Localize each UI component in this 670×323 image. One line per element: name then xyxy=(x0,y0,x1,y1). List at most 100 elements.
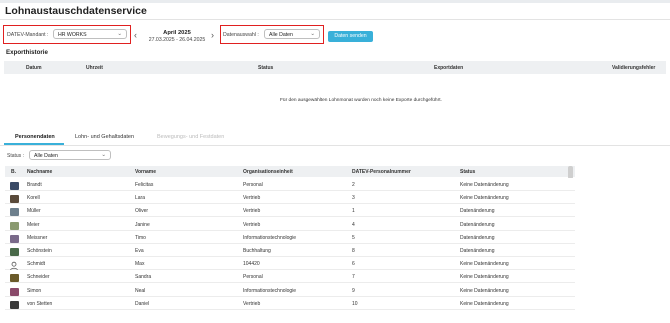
mandant-label: DATEV-Mandant : xyxy=(7,32,49,38)
avatar xyxy=(10,234,19,243)
table-row[interactable]: Brandt Felicitas Personal 2 Keine Datenänder… xyxy=(5,178,575,191)
cell-status: Datenänderung xyxy=(460,208,495,215)
cell-status: Datenänderung xyxy=(460,234,495,241)
cell-org: Personal xyxy=(243,182,263,188)
avatar xyxy=(10,208,19,217)
col-organisationseinheit: Organisationseinheit xyxy=(243,169,293,175)
cell-vorname: Neal xyxy=(135,287,146,294)
table-row[interactable]: Meissner Timo Informationstechnologie 5 Date… xyxy=(5,230,575,244)
cell-status: Keine Datenänderung xyxy=(460,195,509,202)
cell-org: Vertrieb xyxy=(243,195,261,202)
page-title: Lohnaustauschdatenservice xyxy=(5,5,147,17)
cell-nachname: Simon xyxy=(27,287,42,294)
next-period-chevron-icon[interactable]: › xyxy=(211,30,214,40)
cell-vorname: Janine xyxy=(135,221,150,228)
cell-nr: 4 xyxy=(352,221,355,228)
cell-status: Keine Datenänderung xyxy=(460,287,509,294)
table-row[interactable]: Meier Janine Vertrieb 4 Datenänderung xyxy=(5,217,575,231)
cell-vorname: Daniel xyxy=(135,300,150,307)
cell-nr: 1 xyxy=(352,208,355,215)
cell-vorname: Felicitas xyxy=(135,182,154,188)
cell-nachname: Schmidt xyxy=(27,261,46,268)
col-nachname: Nachname xyxy=(27,169,53,175)
datenauswahl-value: Alle Daten xyxy=(269,31,293,38)
cell-nachname: Schneider xyxy=(27,274,50,281)
avatar xyxy=(10,221,19,230)
status-filter-value: Alle Daten xyxy=(34,152,58,159)
cell-nr: 5 xyxy=(352,234,355,241)
datenauswahl-select[interactable]: Alle Daten ⌄ xyxy=(264,29,320,39)
cell-nr: 3 xyxy=(352,195,355,202)
col-datev-personalnummer: DATEV-Personalnummer xyxy=(352,169,411,175)
tab-lohn-gehaltsdaten[interactable]: Lohn- und Gehaltsdaten xyxy=(75,134,134,140)
cell-vorname: Lara xyxy=(135,195,146,202)
cell-org: Informationstechnologie xyxy=(243,287,297,294)
avatar xyxy=(10,182,19,190)
period-range: 27.03.2025 - 26.04.2025 xyxy=(148,37,206,43)
top-border xyxy=(0,0,670,3)
cell-nachname: Meier xyxy=(27,221,40,228)
cell-nr: 10 xyxy=(352,300,358,307)
table-row[interactable]: Schönstein Eva Buchhaltung 8 Datenänderung xyxy=(5,244,575,257)
table-row[interactable]: Korell Lara Vertrieb 3 Keine Datenänderung xyxy=(5,191,575,205)
cell-vorname: Sandra xyxy=(135,274,152,281)
cell-status: Keine Datenänderung xyxy=(460,261,509,268)
chevron-down-icon: ⌄ xyxy=(310,31,315,37)
table-row[interactable]: Simon Neal Informationstechnologie 9 Keine D… xyxy=(5,283,575,297)
table-row[interactable]: Schmidt Max 104420 6 Keine Datenänderung xyxy=(5,257,575,271)
cell-org: Vertrieb xyxy=(243,221,261,228)
mandant-select[interactable]: HR WORKS ⌄ xyxy=(53,29,127,39)
cell-status: Keine Datenänderung xyxy=(460,300,509,307)
cell-org: Vertrieb xyxy=(243,208,261,215)
tab-personendaten[interactable]: Personendaten xyxy=(15,134,55,140)
cell-vorname: Eva xyxy=(135,248,144,254)
cell-vorname: Oliver xyxy=(135,208,149,215)
cell-status: Keine Datenänderung xyxy=(460,274,509,281)
avatar xyxy=(10,274,19,283)
cell-nachname: von Stetten xyxy=(27,300,53,307)
status-filter-label: Status : xyxy=(7,153,24,159)
cell-nr: 6 xyxy=(352,261,355,268)
export-section-title: Exporthistorie xyxy=(6,49,48,56)
cell-nr: 8 xyxy=(352,248,355,254)
chevron-down-icon: ⌄ xyxy=(101,152,106,158)
table-row[interactable]: von Stetten Daniel Vertrieb 10 Keine Datenän… xyxy=(5,296,575,310)
chevron-down-icon: ⌄ xyxy=(117,31,122,37)
cell-nr: 7 xyxy=(352,274,355,281)
cell-nachname: Korell xyxy=(27,195,40,202)
avatar xyxy=(10,248,19,256)
mandant-value: HR WORKS xyxy=(58,31,87,38)
col-validierungsfehler: Validierungsfehler xyxy=(612,65,656,71)
cell-nachname: Müller xyxy=(27,208,41,215)
col-b: B. xyxy=(11,169,16,175)
prev-period-chevron-icon[interactable]: ‹ xyxy=(134,30,137,40)
send-data-button[interactable]: Daten senden xyxy=(328,31,373,42)
col-status: Status xyxy=(460,169,476,175)
cell-nachname: Schönstein xyxy=(27,248,52,254)
col-status: Status xyxy=(258,65,274,71)
period-month: April 2025 xyxy=(163,30,191,36)
col-vorname: Vorname xyxy=(135,169,157,175)
title-divider xyxy=(0,19,670,20)
cell-status: Keine Datenänderung xyxy=(460,182,509,188)
cell-org: Personal xyxy=(243,274,263,281)
cell-status: Datenänderung xyxy=(460,248,495,254)
cell-vorname: Max xyxy=(135,261,145,268)
export-table-header: Datum Uhrzeit Status Exportdaten Validie… xyxy=(4,61,666,74)
persons-table-header: B. Nachname Vorname Organisationseinheit… xyxy=(5,166,575,177)
cell-org: Vertrieb xyxy=(243,300,261,307)
avatar xyxy=(10,195,19,204)
table-row[interactable]: Müller Oliver Vertrieb 1 Datenänderung xyxy=(5,204,575,218)
cell-org: Informationstechnologie xyxy=(243,234,297,241)
avatar xyxy=(10,287,19,296)
tab-bewegungs-festdaten: Bewegungs- und Festdaten xyxy=(157,134,225,140)
cell-nachname: Brandt xyxy=(27,182,42,188)
status-filter-select[interactable]: Alle Daten ⌄ xyxy=(29,150,111,160)
table-row[interactable]: Schneider Sandra Personal 7 Keine Datenänder… xyxy=(5,270,575,284)
tabs-divider xyxy=(0,145,670,146)
avatar xyxy=(10,300,19,309)
cell-org: Buchhaltung xyxy=(243,248,271,254)
cell-nachname: Meissner xyxy=(27,234,48,241)
cell-vorname: Timo xyxy=(135,234,146,241)
cell-nr: 9 xyxy=(352,287,355,294)
